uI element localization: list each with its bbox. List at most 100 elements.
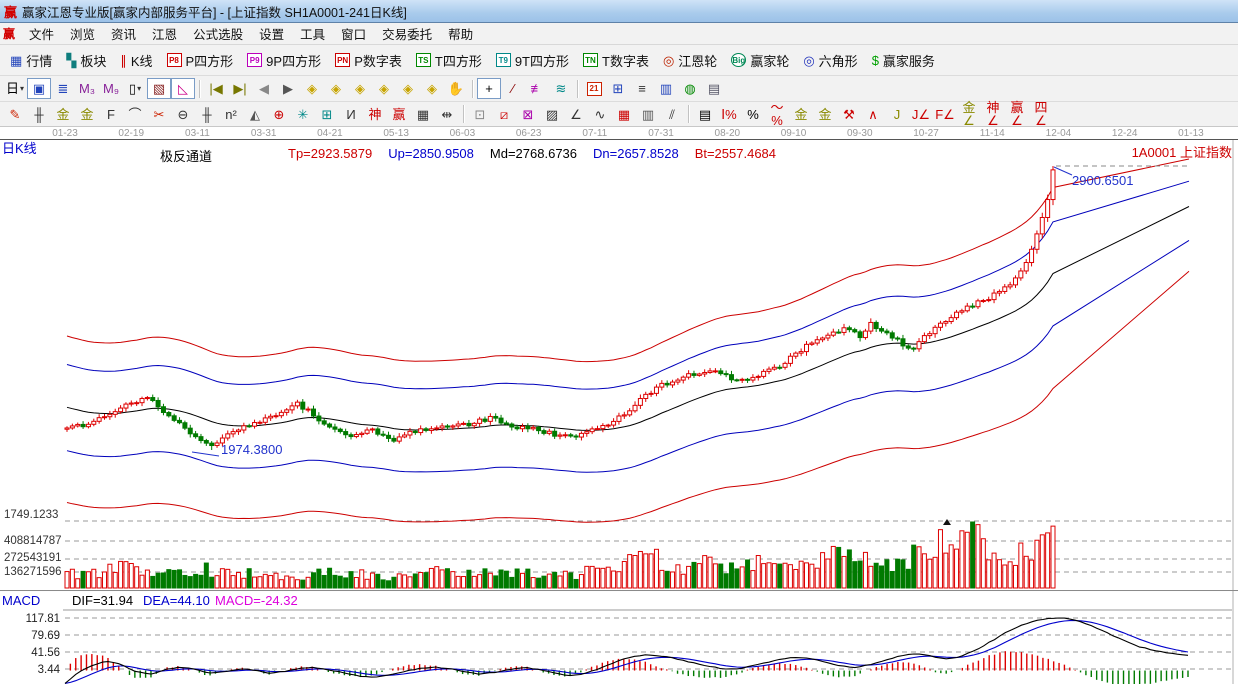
toolbar-button-zoom-left[interactable]: ◈ [300, 78, 324, 99]
toolbar-button-t-square[interactable]: TST四方形 [409, 48, 489, 73]
menu-item-file[interactable]: 文件 [21, 26, 62, 44]
toolbar-button-cut-tool[interactable]: ✂ [147, 104, 171, 125]
toolbar-button-zoom-in[interactable]: ◈ [372, 78, 396, 99]
toolbar-button-period-day[interactable]: 日▾ [3, 78, 27, 99]
toolbar-button-hand-tool[interactable]: ✋ [444, 78, 468, 99]
toolbar-button-angle-tool[interactable]: ◭ [243, 104, 267, 125]
toolbar-button-sectors[interactable]: ▚板块 [59, 48, 113, 73]
toolbar-button-shade-box[interactable]: ▨ [540, 104, 564, 125]
toolbar-button-web-grid[interactable]: ⊞ [315, 104, 339, 125]
toolbar-button-win-angle[interactable]: 赢∠ [1005, 104, 1029, 125]
toolbar-button-gold-angle-2[interactable]: 金∠ [957, 104, 981, 125]
toolbar-button-hexagon[interactable]: ◎六角形 [796, 48, 864, 73]
toolbar-button-wave-9[interactable]: M₉ [99, 78, 123, 99]
toolbar-button-percent[interactable]: % [741, 104, 765, 125]
toolbar-button-slash-lines[interactable]: ⫽ [660, 104, 684, 125]
toolbar-button-a-wave[interactable]: ∧ [861, 104, 885, 125]
menu-item-settings[interactable]: 设置 [251, 26, 292, 44]
toolbar-button-crosshair[interactable]: + [477, 78, 501, 99]
toolbar-button-calculator[interactable]: ⊞ [606, 78, 630, 99]
toolbar-button-circle-ruler[interactable]: ⊖ [171, 104, 195, 125]
toolbar-button-winner-service[interactable]: $赢家服务 [865, 48, 942, 73]
toolbar-button-gold-ruler-2[interactable]: 金 [75, 104, 99, 125]
macd-macd-value: MACD=-24.32 [215, 593, 298, 608]
menu-item-tools[interactable]: 工具 [292, 26, 333, 44]
toolbar-button-calendar[interactable]: 21 [582, 78, 606, 99]
toolbar-button-gann-ruler[interactable]: ╫ [27, 104, 51, 125]
menu-item-window[interactable]: 窗口 [333, 26, 374, 44]
toolbar-button-percent-line[interactable]: Ⅰ% [717, 104, 741, 125]
toolbar-button-save[interactable]: ▥ [654, 78, 678, 99]
menu-item-news[interactable]: 资讯 [103, 26, 144, 44]
toolbar-button-fan-red[interactable]: ⧄ [492, 104, 516, 125]
toolbar-button-dark-grid[interactable]: ▥ [636, 104, 660, 125]
toolbar-button-gann-tool[interactable]: ≢ [525, 78, 549, 99]
toolbar-button-candle-style[interactable]: ▯▾ [123, 78, 147, 99]
toolbar-button-nav-last[interactable]: ▶| [228, 78, 252, 99]
toolbar-button-grid-123[interactable]: ▦ [411, 104, 435, 125]
toolbar-button-zoom-right[interactable]: ◈ [324, 78, 348, 99]
toolbar-button-nav-next[interactable]: ▶ [276, 78, 300, 99]
toolbar-button-star-tool[interactable]: ✳ [291, 104, 315, 125]
toolbar-button-special-knife[interactable]: ⚒ [837, 104, 861, 125]
toolbar-button-four-angle[interactable]: 四∠ [1029, 104, 1053, 125]
toolbar-button-print[interactable]: ▤ [702, 78, 726, 99]
toolbar-button-nav-first[interactable]: |◀ [204, 78, 228, 99]
toolbar-button-volume-profile[interactable]: ◺ [171, 78, 195, 99]
toolbar-button-quotes[interactable]: ▦行情 [3, 48, 59, 73]
toolbar-button-t-digit-table[interactable]: TNT数字表 [576, 48, 656, 73]
toolbar-button-percent-wave[interactable]: 〜% [765, 104, 789, 125]
kline-chart-area[interactable]: 01-2302-1903-1103-3104-2105-1306-0306-23… [0, 127, 1238, 590]
toolbar-button-winner-wheel[interactable]: Big赢家轮 [724, 48, 796, 73]
toolbar-button-pattern-view[interactable]: ▧ [147, 78, 171, 99]
toolbar-button-kline[interactable]: ∥K线 [113, 48, 159, 73]
toolbar-button-shen-tool[interactable]: 神 [363, 104, 387, 125]
toolbar-button-zoom-out[interactable]: ◈ [396, 78, 420, 99]
menu-item-help[interactable]: 帮助 [440, 26, 481, 44]
toolbar-button-zoom-all[interactable]: ◈ [420, 78, 444, 99]
menu-item-gann[interactable]: 江恩 [144, 26, 185, 44]
kline-canvas[interactable]: 1749.1233408814787272543191136271596 [0, 140, 1238, 590]
toolbar-button-angle-lines[interactable]: ∠ [564, 104, 588, 125]
toolbar-button-p-digit-table[interactable]: PNP数字表 [328, 48, 409, 73]
toolbar-button-trendline[interactable]: ∕ [501, 78, 525, 99]
toolbar-button-win-tool[interactable]: 赢 [387, 104, 411, 125]
toolbar-button-gold-j[interactable]: J [885, 104, 909, 125]
channel-md-value: Md=2768.6736 [490, 146, 577, 165]
toolbar-button-web-update[interactable]: ◍ [678, 78, 702, 99]
toolbar-button-zoom-h[interactable]: ◈ [348, 78, 372, 99]
toolbar-button-9p-square[interactable]: P99P四方形 [240, 48, 328, 73]
toolbar-button-nav-prev[interactable]: ◀ [252, 78, 276, 99]
toolbar-button-scale-tool[interactable]: ▤ [693, 104, 717, 125]
toolbar-button-f-ruler[interactable]: F [99, 104, 123, 125]
toolbar-button-wave-3[interactable]: M₃ [75, 78, 99, 99]
toolbar-button-f-angle[interactable]: F∠ [933, 104, 957, 125]
toolbar-button-notes[interactable]: ≡ [630, 78, 654, 99]
menu-item-formula-picker[interactable]: 公式选股 [185, 26, 251, 44]
toolbar-button-n-square[interactable]: n² [219, 104, 243, 125]
toolbar-button-red-grid[interactable]: ▦ [612, 104, 636, 125]
menu-item-trade-entrust[interactable]: 交易委托 [374, 26, 440, 44]
toolbar-button-wave-lines[interactable]: ∿ [588, 104, 612, 125]
toolbar-button-arc-tool[interactable]: ⌒ [123, 104, 147, 125]
toolbar-button-span-arrows[interactable]: ⇹ [435, 104, 459, 125]
toolbar-button-shen-angle[interactable]: 神∠ [981, 104, 1005, 125]
toolbar-button-9t-square[interactable]: T99T四方形 [489, 48, 576, 73]
toolbar-button-target-tool[interactable]: ⊕ [267, 104, 291, 125]
toolbar-button-j-angle[interactable]: J∠ [909, 104, 933, 125]
toolbar-button-gold-circle[interactable]: 金 [789, 104, 813, 125]
toolbar-button-info-panel[interactable]: ≣ [51, 78, 75, 99]
toolbar-button-wave-mark[interactable]: И [339, 104, 363, 125]
toolbar-button-p-square[interactable]: P8P四方形 [160, 48, 241, 73]
toolbar-button-fan-grid[interactable]: ⊠ [516, 104, 540, 125]
toolbar-button-gann-wheel[interactable]: ◎江恩轮 [656, 48, 724, 73]
toolbar-button-gold-ruler-1[interactable]: 金 [51, 104, 75, 125]
toolbar-button-tick-ruler[interactable]: ╫ [195, 104, 219, 125]
toolbar-button-draw-pen[interactable]: ✎ [3, 104, 27, 125]
toolbar-button-resistance-tool[interactable]: ≋ [549, 78, 573, 99]
menu-item-browse[interactable]: 浏览 [62, 26, 103, 44]
toolbar-button-gold-angle[interactable]: 金 [813, 104, 837, 125]
macd-pane[interactable]: 117.8179.6941.563.44 MACD DIF=31.94 DEA=… [0, 590, 1238, 684]
toolbar-button-box-tool[interactable]: ⊡ [468, 104, 492, 125]
toolbar-button-chart-window[interactable]: ▣ [27, 78, 51, 99]
